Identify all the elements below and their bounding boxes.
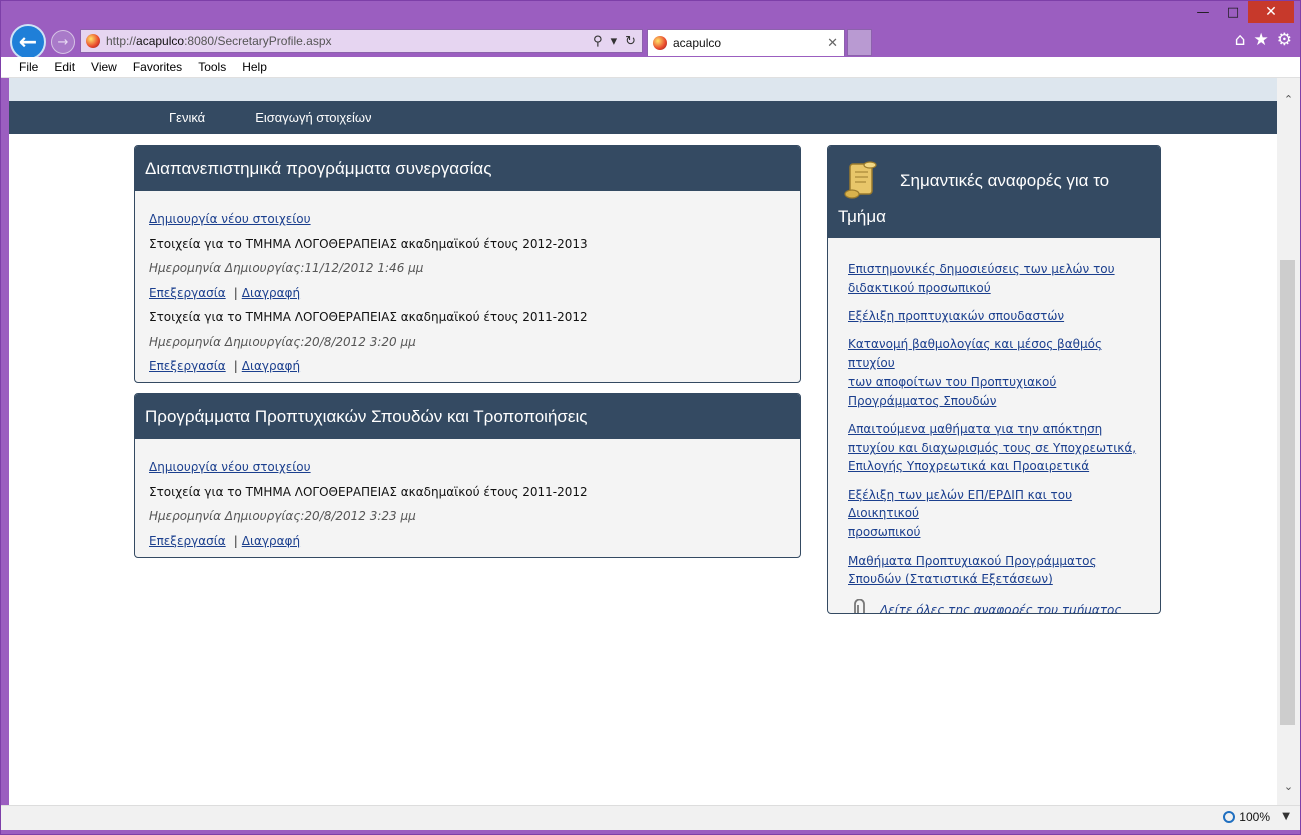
address-icons: ⚲ ▾ ↻ [593, 34, 642, 49]
link-separator: | [233, 533, 238, 548]
edit-link[interactable]: Επεξεργασία [149, 286, 226, 300]
report-link-staff-progress[interactable]: Εξέλιξη των μελών ΕΠ/ΕΡΔΙΠ και του Διοικ… [848, 486, 1142, 542]
panel-body: Δημιουργία νέου στοιχείου Στοιχεία για τ… [135, 191, 800, 379]
menu-tools[interactable]: Tools [190, 60, 234, 74]
link-separator: | [233, 285, 238, 300]
address-bar[interactable]: http://acapulco:8080/SecretaryProfile.as… [80, 29, 643, 53]
browser-toolbar-buttons: ⌂ ★ ⚙ [1235, 30, 1292, 50]
site-favicon-icon [86, 34, 100, 48]
search-icon[interactable]: ⚲ [593, 34, 603, 49]
link-line: των αποφοίτων του Προπτυχιακού [848, 374, 1057, 389]
edit-link[interactable]: Επεξεργασία [149, 359, 226, 373]
menu-favorites[interactable]: Favorites [125, 60, 190, 74]
menu-view[interactable]: View [83, 60, 125, 74]
entry-text: Στοιχεία για το ΤΜΗΜΑ ΛΟΓΟΘΕΡΑΠΕΙΑΣ ακαδ… [149, 236, 588, 251]
browser-tab[interactable]: acapulco ✕ [647, 29, 845, 56]
delete-link[interactable]: Διαγραφή [242, 534, 300, 548]
scroll-down-icon[interactable]: ⌄ [1277, 777, 1300, 795]
link-line: Επιλογής Υποχρεωτικά και Προαιρετικά [848, 459, 1090, 474]
forward-arrow-icon[interactable]: → [51, 30, 75, 54]
zoom-dropdown-icon[interactable]: ▼ [1282, 811, 1290, 822]
report-link-exam-statistics[interactable]: Μαθήματα Προπτυχιακού Προγράμματος Σπουδώ… [848, 552, 1142, 589]
undergraduate-programs-panel: Προγράμματα Προπτυχιακών Σπουδών και Τρο… [134, 393, 801, 558]
menu-bar: File Edit View Favorites Tools Help [1, 57, 1300, 78]
scrollbar-thumb[interactable] [1280, 260, 1295, 725]
create-new-item-link[interactable]: Δημιουργία νέου στοιχείου [149, 212, 311, 226]
report-link-publications[interactable]: Επιστημονικές δημοσιεύσεις των μελών του… [848, 260, 1142, 297]
link-line: Εξέλιξη προπτυχιακών σπουδαστών [848, 309, 1065, 324]
link-line: Σπουδών (Στατιστικά Εξετάσεων) [848, 572, 1053, 587]
address-url[interactable]: http://acapulco:8080/SecretaryProfile.as… [106, 34, 593, 48]
zoom-control[interactable]: 100% [1223, 810, 1270, 824]
report-link-required-courses[interactable]: Απαιτούμενα μαθήματα για την απόκτηση πτυ… [848, 420, 1142, 476]
link-line: Εξέλιξη των μελών ΕΠ/ΕΡΔΙΠ και του Διοικ… [848, 487, 1073, 521]
reports-list: Επιστημονικές δημοσιεύσεις των μελών του… [828, 238, 1160, 613]
url-prefix: http:// [106, 34, 137, 48]
url-host: acapulco [136, 34, 185, 48]
all-reports-row: Δείτε όλες της αναφορές του τμήματος [848, 598, 1142, 613]
back-arrow-icon[interactable]: ← [10, 24, 46, 60]
entry-text: Στοιχεία για το ΤΜΗΜΑ ΛΟΓΟΘΕΡΑΠΕΙΑΣ ακαδ… [149, 310, 588, 324]
new-tab-button[interactable] [847, 29, 872, 56]
nav-general[interactable]: Γενικά [169, 110, 205, 125]
link-line: Απαιτούμενα μαθήματα για την απόκτηση [848, 421, 1103, 436]
page-top-band [9, 78, 1277, 101]
entry-date: Ημερομηνία Δημιουργίας:11/12/2012 1:46 μ… [149, 261, 424, 275]
navigation-row: ← → http://acapulco:8080/SecretaryProfil… [1, 23, 1300, 60]
link-line: πτυχίου και διαχωρισμός τους σε Υποχρεωτ… [848, 440, 1137, 455]
create-new-item-link[interactable]: Δημιουργία νέου στοιχείου [149, 460, 311, 474]
window-controls: — □ ✕ [1188, 1, 1294, 25]
tab-favicon-icon [653, 36, 667, 50]
scroll-up-icon[interactable]: ⌃ [1277, 90, 1300, 108]
url-path: :8080/SecretaryProfile.aspx [184, 34, 332, 48]
delete-link[interactable]: Διαγραφή [242, 286, 300, 300]
zoom-magnifier-icon [1223, 811, 1236, 823]
link-line: Επιστημονικές δημοσιεύσεις των μελών του [848, 262, 1115, 276]
reports-panel-header: Σημαντικές αναφορές για το Τμήμα [828, 146, 1160, 238]
link-separator: | [233, 359, 238, 373]
entry-text: Στοιχεία για το ΤΜΗΜΑ ΛΟΓΟΘΕΡΑΠΕΙΑΣ ακαδ… [149, 484, 588, 499]
vertical-scrollbar[interactable]: ⌃ ⌄ [1277, 78, 1300, 805]
panel-title: Προγράμματα Προπτυχιακών Σπουδών και Τρο… [135, 394, 800, 439]
panel-body: Δημιουργία νέου στοιχείου Στοιχεία για τ… [135, 439, 800, 553]
entry-date: Ημερομηνία Δημιουργίας:20/8/2012 3:23 μμ [149, 509, 416, 523]
nav-data-entry[interactable]: Εισαγωγή στοιχείων [255, 110, 371, 125]
entry-date: Ημερομηνία Δημιουργίας:20/8/2012 3:20 μμ [149, 334, 416, 349]
link-line: Μαθήματα Προπτυχιακού Προγράμματος [848, 553, 1097, 568]
site-navbar: Γενικά Εισαγωγή στοιχείων [9, 101, 1277, 134]
page-viewport: Γενικά Εισαγωγή στοιχείων Διαπανεπιστημι… [9, 78, 1277, 805]
close-window-icon[interactable]: ✕ [1248, 1, 1294, 23]
maximize-icon[interactable]: □ [1218, 1, 1248, 23]
edit-link[interactable]: Επεξεργασία [149, 534, 226, 548]
link-line: διδακτικού προσωπικού [848, 280, 991, 295]
paperclip-icon [854, 598, 865, 613]
link-line: Προγράμματος Σπουδών [848, 393, 997, 408]
scroll-document-icon [844, 161, 877, 199]
all-reports-link[interactable]: Δείτε όλες της αναφορές του τμήματος [880, 603, 1121, 613]
reports-title-line2: Τμήμα [838, 207, 887, 226]
reports-title-line1: Σημαντικές αναφορές για το [900, 171, 1110, 190]
menu-file[interactable]: File [11, 60, 46, 74]
tab-close-icon[interactable]: ✕ [827, 36, 838, 51]
zoom-level: 100% [1239, 810, 1270, 824]
link-line: προσωπικού [848, 525, 921, 540]
minimize-icon[interactable]: — [1188, 1, 1218, 23]
settings-gear-icon[interactable]: ⚙ [1277, 30, 1292, 50]
refresh-icon[interactable]: ↻ [625, 34, 636, 49]
dropdown-icon[interactable]: ▾ [611, 34, 618, 49]
delete-link[interactable]: Διαγραφή [242, 359, 300, 373]
important-reports-panel: Σημαντικές αναφορές για το Τμήμα Επιστημ… [827, 145, 1161, 614]
panel-title: Διαπανεπιστημικά προγράμματα συνεργασίας [135, 146, 800, 191]
tab-title: acapulco [673, 36, 722, 50]
interuniversity-programs-panel: Διαπανεπιστημικά προγράμματα συνεργασίας… [134, 145, 801, 383]
home-icon[interactable]: ⌂ [1235, 30, 1246, 50]
browser-window: — □ ✕ ← → http://acapulco:8080/Secretary… [0, 0, 1301, 835]
menu-help[interactable]: Help [234, 60, 275, 74]
menu-edit[interactable]: Edit [46, 60, 83, 74]
status-bar: 100% ▼ [1, 805, 1300, 830]
favorites-star-icon[interactable]: ★ [1254, 30, 1269, 50]
report-link-grade-distribution[interactable]: Κατανομή βαθμολογίας και μέσος βαθμός πτ… [848, 335, 1142, 410]
report-link-student-progress[interactable]: Εξέλιξη προπτυχιακών σπουδαστών [848, 307, 1142, 326]
link-line: Κατανομή βαθμολογίας και μέσος βαθμός πτ… [848, 337, 1102, 371]
